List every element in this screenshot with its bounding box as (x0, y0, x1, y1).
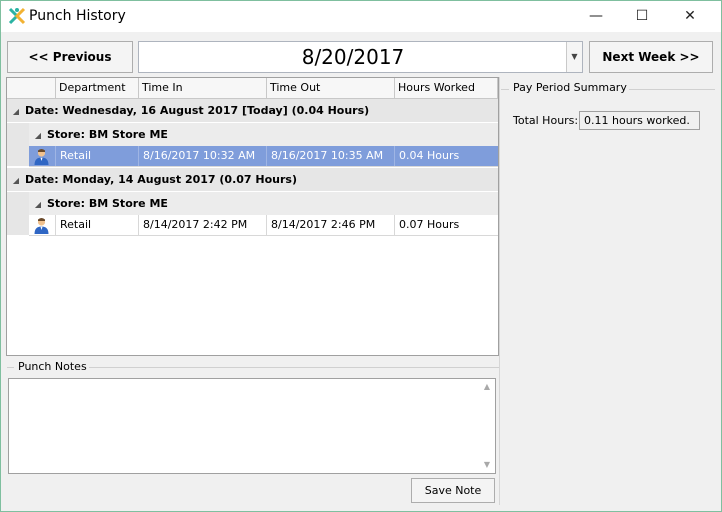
column-header-time-out[interactable]: Time Out (267, 78, 395, 98)
scroll-down-icon[interactable]: ▼ (479, 457, 495, 473)
group-indent (7, 123, 29, 166)
header-icon-column (7, 78, 56, 98)
cell-time-out: 8/14/2017 2:46 PM (267, 215, 395, 235)
pay-period-summary-title: Pay Period Summary (511, 81, 629, 94)
grid-header: Department Time In Time Out Hours Worked (7, 78, 498, 99)
scroll-up-icon[interactable]: ▲ (479, 379, 495, 395)
date-group-row[interactable]: ◢ Date: Monday, 14 August 2017 (0.07 Hour… (7, 168, 498, 192)
total-hours-label: Total Hours: (513, 114, 579, 127)
window-title: Punch History (29, 8, 126, 24)
column-header-time-in[interactable]: Time In (139, 78, 267, 98)
table-row[interactable]: Retail 8/14/2017 2:42 PM 8/14/2017 2:46 … (29, 215, 498, 236)
cell-time-out: 8/16/2017 10:35 AM (267, 146, 395, 166)
punch-notes-title: Punch Notes (16, 360, 89, 373)
cell-department: Retail (56, 215, 139, 235)
app-logo-icon (8, 7, 26, 25)
date-group-label: Date: Monday, 14 August 2017 (0.07 Hours… (25, 173, 297, 186)
column-header-hours-worked[interactable]: Hours Worked (395, 78, 498, 98)
row-icon-cell (29, 146, 56, 166)
cell-department: Retail (56, 146, 139, 166)
previous-week-button[interactable]: << Previous Week (7, 41, 133, 94)
table-row[interactable]: Retail 8/16/2017 10:32 AM 8/16/2017 10:3… (29, 146, 498, 167)
group-indent (7, 192, 29, 235)
store-group-label: Store: BM Store ME (47, 197, 168, 210)
punch-notes-textarea[interactable] (8, 378, 496, 474)
punch-history-window: Punch History — ☐ ✕ << Previous Week 8/2… (0, 0, 722, 512)
title-bar[interactable]: Punch History — ☐ ✕ (1, 1, 721, 32)
row-icon-cell (29, 215, 56, 235)
store-group-row[interactable]: ◢ Store: BM Store ME (29, 192, 498, 216)
week-date-picker[interactable]: 8/20/2017 ▼ (138, 41, 583, 73)
panel-divider[interactable] (499, 77, 500, 505)
date-group-row[interactable]: ◢ Date: Wednesday, 16 August 2017 [Today]… (7, 99, 498, 123)
collapse-triangle-icon[interactable]: ◢ (29, 124, 47, 147)
group-box-border (7, 367, 14, 368)
total-hours-value: 0.11 hours worked. (579, 111, 700, 130)
close-button[interactable]: ✕ (667, 1, 713, 32)
save-note-button[interactable]: Save Note (411, 478, 495, 503)
store-group-label: Store: BM Store ME (47, 128, 168, 141)
group-box-border (618, 89, 715, 90)
date-group-label: Date: Wednesday, 16 August 2017 [Today] … (25, 104, 370, 117)
user-icon (34, 149, 49, 165)
next-week-button[interactable]: Next Week >> (589, 41, 713, 73)
user-icon (34, 218, 49, 234)
store-group-row[interactable]: ◢ Store: BM Store ME (29, 123, 498, 147)
cell-hours-worked: 0.04 Hours (399, 149, 460, 162)
notes-scrollbar[interactable]: ▲ ▼ (479, 379, 495, 473)
cell-time-in: 8/14/2017 2:42 PM (139, 215, 267, 235)
column-header-department[interactable]: Department (56, 78, 139, 98)
date-dropdown-icon[interactable]: ▼ (566, 42, 582, 72)
selected-date: 8/20/2017 (301, 45, 405, 69)
group-box-border (501, 89, 509, 90)
collapse-triangle-icon[interactable]: ◢ (7, 100, 25, 123)
collapse-triangle-icon[interactable]: ◢ (7, 169, 25, 192)
maximize-button[interactable]: ☐ (619, 1, 665, 32)
minimize-button[interactable]: — (573, 1, 619, 32)
cell-time-in: 8/16/2017 10:32 AM (139, 146, 267, 166)
punch-grid: Department Time In Time Out Hours Worked… (6, 77, 499, 356)
collapse-triangle-icon[interactable]: ◢ (29, 193, 47, 216)
group-box-border (86, 367, 499, 368)
cell-hours-worked: 0.07 Hours (399, 218, 460, 231)
